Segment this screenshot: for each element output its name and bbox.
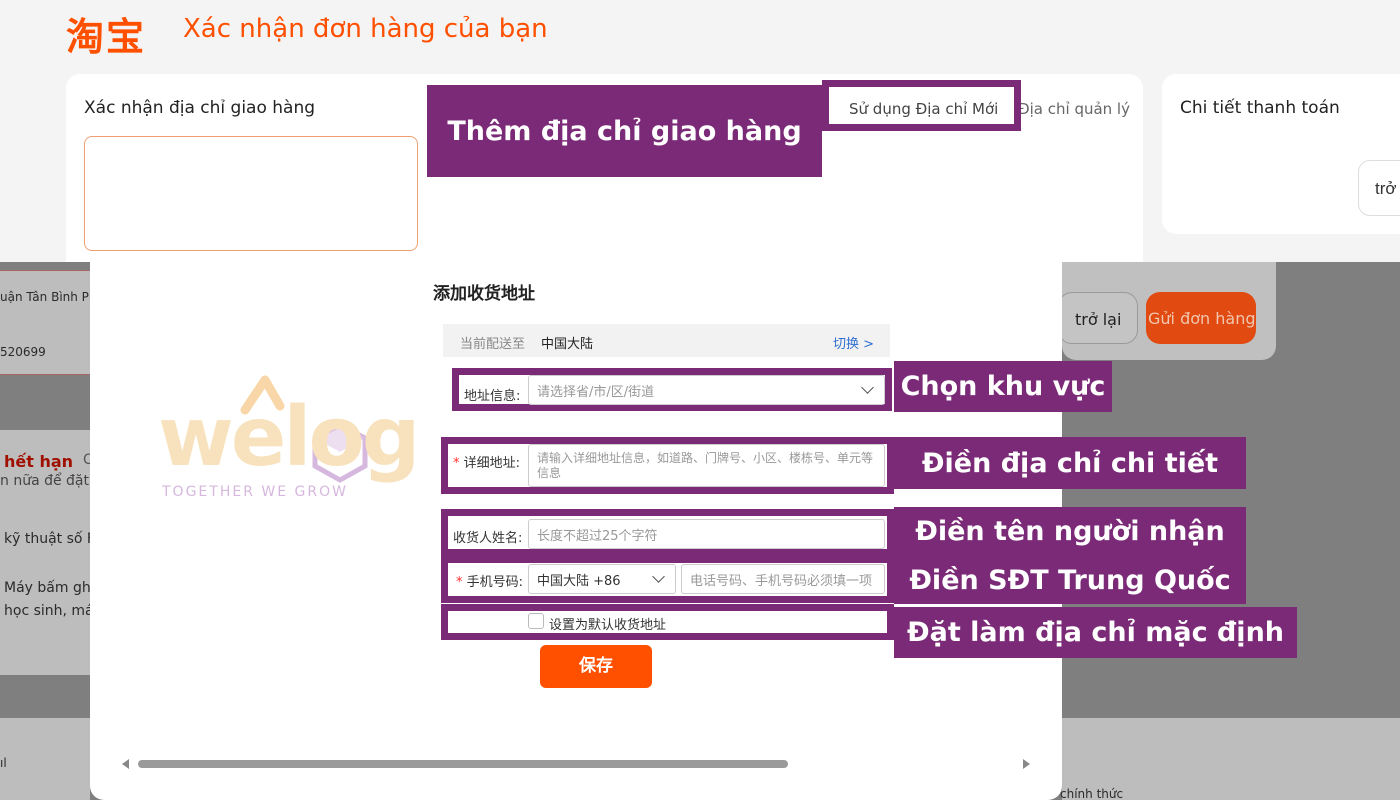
- page-title: Xác nhận đơn hàng của bạn: [183, 14, 548, 44]
- bg-item-line1: Máy bấm gh: [4, 580, 91, 596]
- annotation-choose-region: Chọn khu vực: [894, 361, 1112, 412]
- phone-label: * 手机号码:: [456, 575, 524, 590]
- back-button-partial[interactable]: trở: [1358, 160, 1400, 216]
- ship-to-bar: 当前配送至 中国大陆 切换 >: [443, 324, 890, 357]
- use-new-address-highlight: [822, 80, 1021, 131]
- taobao-logo: 淘宝: [66, 15, 147, 59]
- bg-send-order-button[interactable]: Gửi đơn hàng: [1146, 292, 1256, 344]
- bg-left-edge: ıl: [0, 756, 7, 770]
- annotation-fill-detail: Điền địa chỉ chi tiết: [894, 437, 1246, 489]
- annotation-set-default: Đặt làm địa chỉ mặc định: [894, 607, 1297, 658]
- scroll-right-icon[interactable]: [1023, 759, 1030, 769]
- name-label: 收货人姓名:: [453, 531, 523, 546]
- modal-title: 添加收货地址: [433, 284, 535, 304]
- phone-placeholder: 电话号码、手机号码必须填一项: [690, 573, 873, 589]
- region-label: 地址信息:: [464, 389, 521, 404]
- bg-address-text: uận Tân Bình Phư: [0, 290, 105, 304]
- default-address-checkbox[interactable]: [528, 613, 544, 629]
- chevron-down-icon: [861, 381, 874, 394]
- chevron-down-icon: [652, 570, 665, 583]
- watermark-brand: welog: [158, 390, 421, 485]
- detail-placeholder: 请输入详细地址信息，如道路、门牌号、小区、楼栋号、单元等信息: [537, 451, 874, 480]
- bg-back-button[interactable]: trở lại: [1058, 292, 1138, 344]
- payment-card: Chi tiết thanh toán trở: [1162, 74, 1400, 234]
- address-card-title: Xác nhận địa chỉ giao hàng: [84, 98, 316, 118]
- bg-phone-text: 520699: [0, 345, 46, 359]
- bg-item-line2: học sinh, má: [4, 603, 94, 619]
- bg-official-text: chính thức: [1060, 787, 1124, 800]
- manage-address-link[interactable]: Địa chỉ quản lý: [1018, 100, 1130, 118]
- default-highlight: [441, 604, 894, 640]
- bg-footer-panel: [0, 718, 90, 800]
- name-placeholder: 长度不超过25个字符: [537, 528, 658, 544]
- detail-address-input[interactable]: 请输入详细地址信息，如道路、门牌号、小区、楼栋号、单元等信息: [528, 444, 885, 487]
- bg-tech-text: kỹ thuật số F: [4, 531, 95, 547]
- switch-region-link[interactable]: 切换 >: [833, 333, 874, 352]
- watermark-slogan: TOGETHER WE GROW: [162, 484, 348, 500]
- country-code-value: 中国大陆 +86: [537, 573, 621, 589]
- detail-label: * 详细地址:: [453, 456, 521, 471]
- recipient-name-input[interactable]: 长度不超过25个字符: [528, 519, 885, 549]
- default-address-label: 设置为默认收货地址: [549, 618, 667, 633]
- bg-address-panel: [0, 270, 90, 375]
- welog-watermark: welog TOGETHER WE GROW: [140, 370, 440, 510]
- ship-to-label: 当前配送至: [460, 337, 526, 352]
- save-button[interactable]: 保存: [540, 645, 652, 688]
- bg-expired-text: hết hạn: [4, 452, 74, 471]
- phone-number-input[interactable]: 电话号码、手机号码必须填一项: [681, 564, 885, 594]
- scrollbar-thumb[interactable]: [138, 760, 788, 768]
- ship-to-value: 中国大陆: [541, 337, 594, 352]
- region-select[interactable]: 请选择省/市/区/街道: [528, 375, 885, 405]
- payment-card-title: Chi tiết thanh toán: [1180, 98, 1340, 118]
- address-box[interactable]: [84, 136, 418, 251]
- annotation-fill-name: Điền tên người nhận: [894, 507, 1246, 556]
- country-code-select[interactable]: 中国大陆 +86: [528, 564, 676, 594]
- annotation-add-address: Thêm địa chỉ giao hàng: [427, 85, 822, 177]
- horizontal-scrollbar[interactable]: [120, 757, 1032, 771]
- region-placeholder: 请选择省/市/区/街道: [537, 384, 655, 400]
- annotation-fill-phone: Điền SĐT Trung Quốc: [894, 556, 1246, 604]
- scroll-left-icon[interactable]: [122, 759, 129, 769]
- bg-more-text: n nữa để đặt l: [0, 473, 98, 489]
